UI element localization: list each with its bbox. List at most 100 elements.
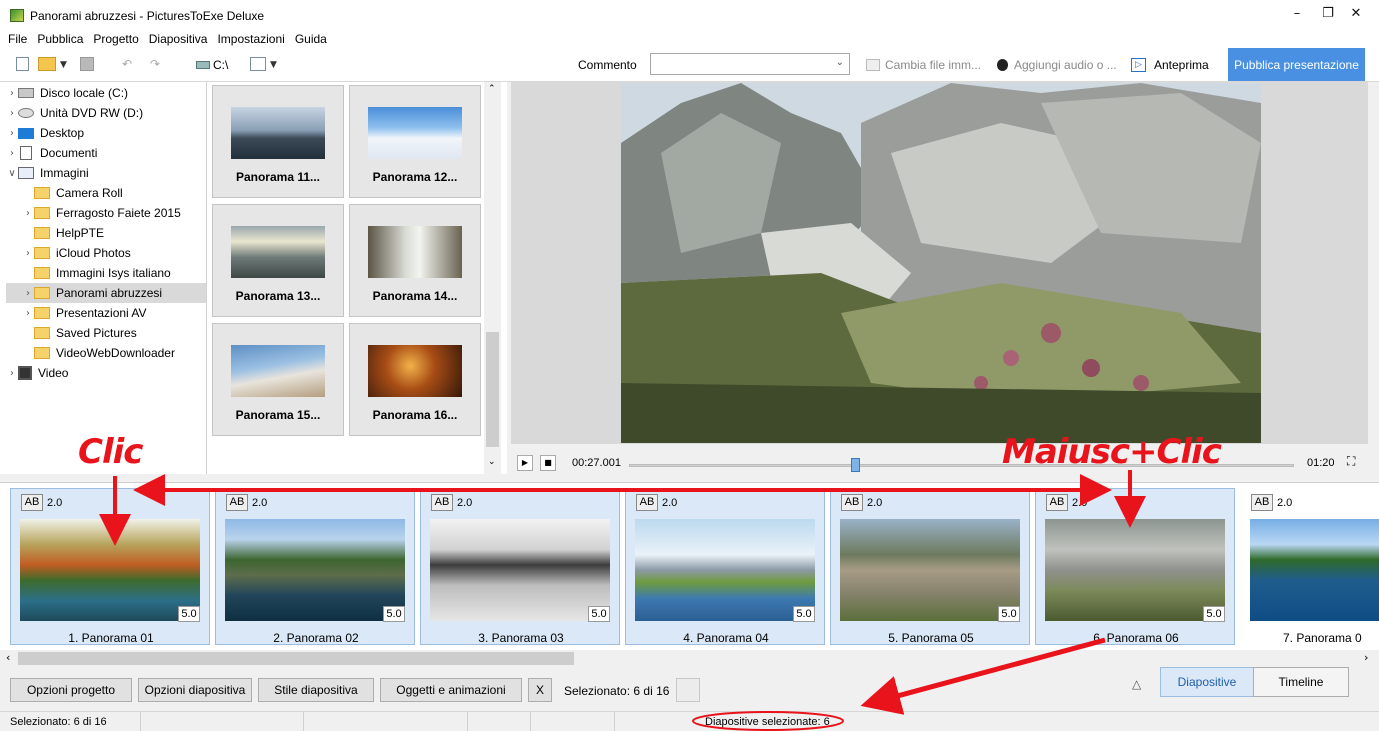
- change-image-button[interactable]: Cambia file imm...: [885, 58, 981, 72]
- menu-pubblica[interactable]: Pubblica: [37, 32, 83, 46]
- file-thumbnail[interactable]: Panorama 12...: [349, 85, 481, 198]
- menu-progetto[interactable]: Progetto: [93, 32, 138, 46]
- scroll-down-icon[interactable]: ⌄: [488, 457, 496, 467]
- transition-ab-icon[interactable]: AB: [431, 494, 453, 511]
- tab-slides[interactable]: Diapositive: [1160, 667, 1254, 697]
- tree-item-videowebdownloader[interactable]: VideoWebDownloader: [22, 343, 206, 363]
- scroll-thumb[interactable]: [18, 652, 574, 665]
- file-thumbnail[interactable]: Panorama 11...: [212, 85, 344, 198]
- slide-list-scrollbar[interactable]: ‹ ›: [0, 650, 1379, 667]
- publish-button[interactable]: Pubblica presentazione: [1228, 48, 1365, 81]
- open-dropdown-icon[interactable]: ▼: [60, 60, 67, 76]
- storage-icon[interactable]: [676, 678, 700, 702]
- menu-guida[interactable]: Guida: [295, 32, 327, 46]
- scroll-left-icon[interactable]: ‹: [6, 651, 10, 664]
- slide-duration[interactable]: 5.0: [588, 606, 610, 622]
- slide-item[interactable]: AB 2.0 5.0 2. Panorama 02: [215, 488, 415, 645]
- slide-item[interactable]: AB 2.0 5.0 1. Panorama 01: [10, 488, 210, 645]
- new-project-icon[interactable]: [16, 57, 29, 71]
- open-folder-icon[interactable]: [38, 57, 56, 71]
- chevron-right-icon[interactable]: ›: [22, 288, 34, 299]
- menu-file[interactable]: File: [8, 32, 27, 46]
- comment-input[interactable]: ⌄: [650, 53, 850, 75]
- transition-ab-icon[interactable]: AB: [226, 494, 248, 511]
- fullscreen-icon[interactable]: ⛶: [1347, 454, 1355, 469]
- tree-item-isys[interactable]: Immagini Isys italiano: [22, 263, 206, 283]
- file-thumbnail[interactable]: Panorama 13...: [212, 204, 344, 317]
- view-mode-icon[interactable]: [250, 57, 266, 71]
- chevron-right-icon[interactable]: ›: [22, 208, 34, 219]
- tree-item-local-disk[interactable]: › Disco locale (C:): [6, 83, 206, 103]
- play-icon[interactable]: ▶: [517, 455, 533, 471]
- timeline-slider-handle[interactable]: [851, 458, 861, 472]
- close-objects-button[interactable]: X: [528, 678, 552, 702]
- browser-scrollbar[interactable]: ⌃ ⌄: [484, 82, 501, 474]
- slide-item[interactable]: AB 2.0 5.0 3. Panorama 03: [420, 488, 620, 645]
- file-thumbnail[interactable]: Panorama 15...: [212, 323, 344, 436]
- tree-item-saved-pictures[interactable]: Saved Pictures: [22, 323, 206, 343]
- transition-ab-icon[interactable]: AB: [21, 494, 43, 511]
- transition-ab-icon[interactable]: AB: [636, 494, 658, 511]
- slide-item[interactable]: AB 2.0 5.0 4. Panorama 04: [625, 488, 825, 645]
- transition-duration: 2.0: [1277, 497, 1293, 509]
- chevron-right-icon[interactable]: ›: [6, 148, 18, 159]
- slide-style-button[interactable]: Stile diapositiva: [258, 678, 374, 702]
- slide-item[interactable]: AB 2.0 5.0 5. Panorama 05: [830, 488, 1030, 645]
- menu-diapositiva[interactable]: Diapositiva: [149, 32, 208, 46]
- tree-item-dvd[interactable]: › Unità DVD RW (D:): [6, 103, 206, 123]
- preview-button[interactable]: Anteprima: [1154, 58, 1209, 72]
- tree-item-documents[interactable]: › Documenti: [6, 143, 206, 163]
- thumbnail-label: Panorama 12...: [372, 170, 458, 184]
- save-icon[interactable]: [80, 57, 94, 71]
- tree-item-ferragosto[interactable]: › Ferragosto Faiete 2015: [22, 203, 206, 223]
- slide-item[interactable]: AB 2.0 5.0 6. Panorama 06: [1035, 488, 1235, 645]
- slide-duration[interactable]: 5.0: [383, 606, 405, 622]
- tab-timeline[interactable]: Timeline: [1253, 667, 1349, 697]
- scroll-thumb[interactable]: [486, 332, 499, 447]
- slide-duration[interactable]: 5.0: [178, 606, 200, 622]
- drive-icon[interactable]: [196, 61, 210, 69]
- redo-icon[interactable]: ↷: [150, 57, 160, 73]
- tree-item-pictures[interactable]: ∨ Immagini: [6, 163, 206, 183]
- current-time: 00:27.001: [572, 457, 621, 469]
- transition-duration: 2.0: [1072, 497, 1088, 509]
- slide-options-button[interactable]: Opzioni diapositiva: [138, 678, 252, 702]
- menu-impostazioni[interactable]: Impostazioni: [217, 32, 284, 46]
- chevron-right-icon[interactable]: ›: [6, 88, 18, 99]
- slide-item[interactable]: AB 2.0 7. Panorama 0: [1240, 488, 1379, 645]
- chevron-right-icon[interactable]: ›: [22, 248, 34, 259]
- view-dropdown-icon[interactable]: ▼: [270, 60, 277, 76]
- tree-item-video[interactable]: › Video: [6, 363, 206, 383]
- tree-item-desktop[interactable]: › Desktop: [6, 123, 206, 143]
- chevron-right-icon[interactable]: ›: [6, 108, 18, 119]
- close-button[interactable]: ✕: [1333, 6, 1379, 26]
- undo-icon[interactable]: ↶: [122, 57, 132, 73]
- scroll-up-icon[interactable]: ⌃: [488, 84, 496, 94]
- collapse-up-icon[interactable]: △: [1132, 677, 1141, 691]
- add-audio-button[interactable]: Aggiungi audio o ...: [1014, 58, 1117, 72]
- objects-animations-button[interactable]: Oggetti e animazioni: [380, 678, 522, 702]
- chevron-right-icon[interactable]: ›: [6, 368, 18, 379]
- slide-duration[interactable]: 5.0: [793, 606, 815, 622]
- transition-ab-icon[interactable]: AB: [1251, 494, 1273, 511]
- transition-ab-icon[interactable]: AB: [841, 494, 863, 511]
- chevron-right-icon[interactable]: ›: [6, 128, 18, 139]
- chevron-down-icon[interactable]: ∨: [6, 168, 18, 179]
- stop-icon[interactable]: ■: [540, 455, 556, 471]
- slide-duration[interactable]: 5.0: [1203, 606, 1225, 622]
- tree-item-helppte[interactable]: HelpPTE: [22, 223, 206, 243]
- slide-duration[interactable]: 5.0: [998, 606, 1020, 622]
- tree-item-panorami[interactable]: › Panorami abruzzesi: [6, 283, 206, 303]
- project-options-button[interactable]: Opzioni progetto: [10, 678, 132, 702]
- tree-item-camera-roll[interactable]: Camera Roll: [22, 183, 206, 203]
- file-thumbnail[interactable]: Panorama 14...: [349, 204, 481, 317]
- chevron-down-icon[interactable]: ⌄: [836, 57, 844, 68]
- tree-item-icloud[interactable]: › iCloud Photos: [22, 243, 206, 263]
- transition-ab-icon[interactable]: AB: [1046, 494, 1068, 511]
- document-icon: [20, 146, 32, 160]
- file-thumbnail[interactable]: Panorama 16...: [349, 323, 481, 436]
- chevron-right-icon[interactable]: ›: [22, 308, 34, 319]
- drive-label[interactable]: C:\: [213, 58, 228, 72]
- scroll-right-icon[interactable]: ›: [1364, 651, 1368, 664]
- tree-item-presentazioni[interactable]: › Presentazioni AV: [22, 303, 206, 323]
